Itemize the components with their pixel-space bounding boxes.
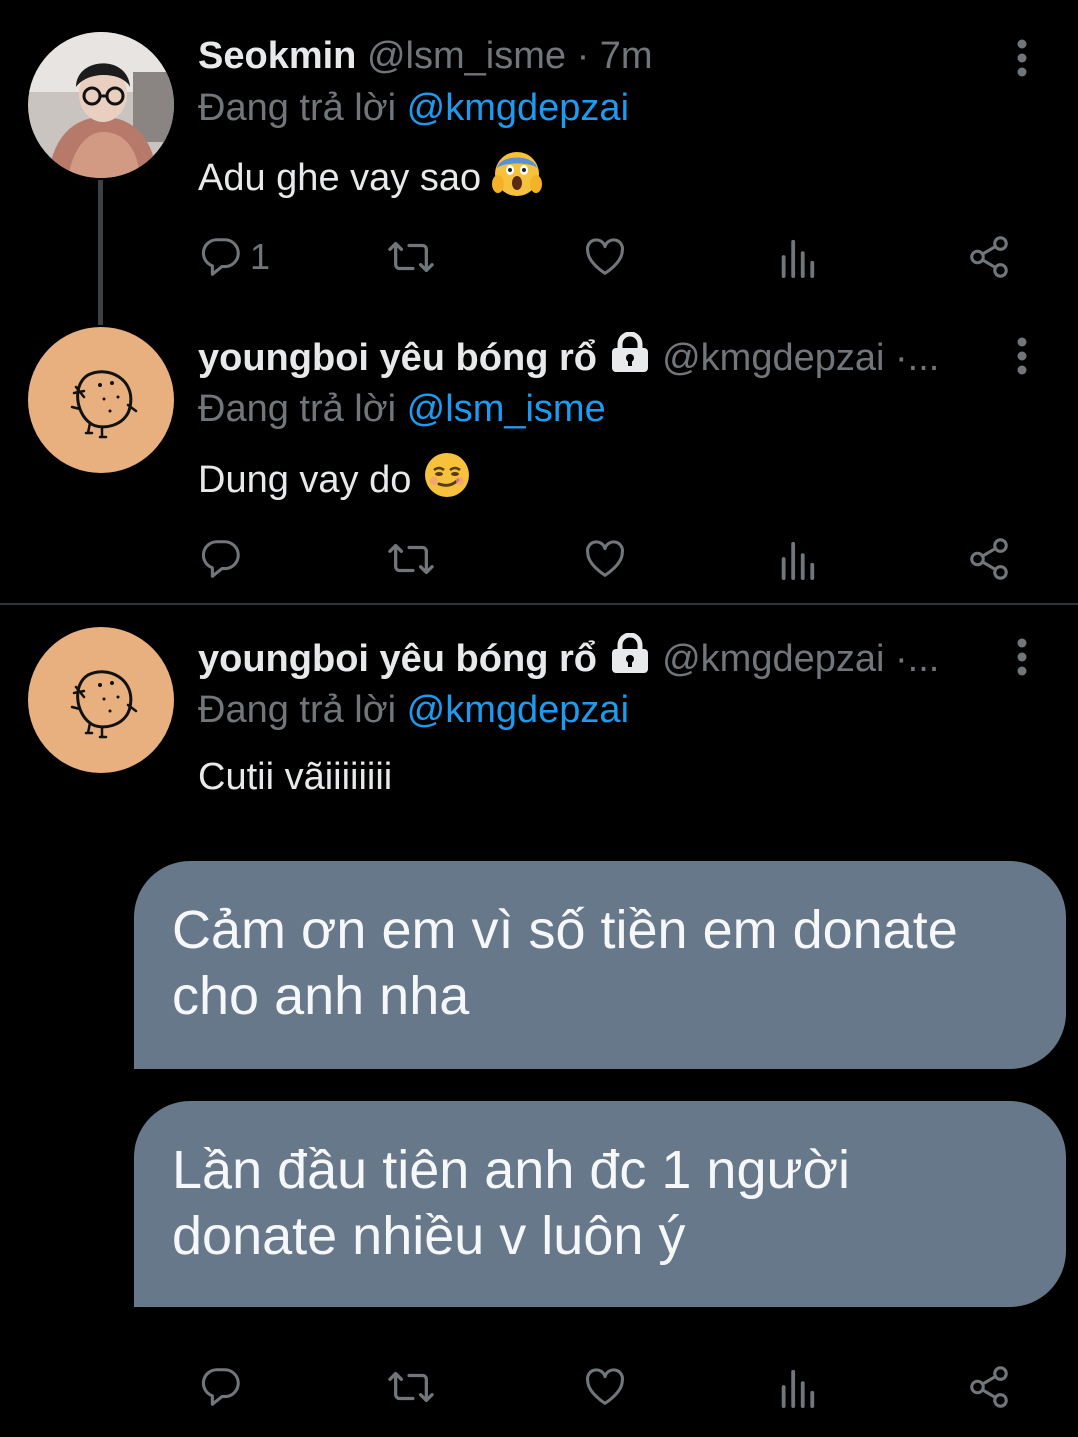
mention-link[interactable]: @lsm_isme	[407, 388, 606, 430]
heart-icon	[585, 238, 625, 275]
retweet-button[interactable]	[386, 1362, 436, 1412]
display-name[interactable]: youngboi yêu bóng rổ	[198, 337, 597, 379]
replying-to-label: Đang trả lời	[198, 689, 397, 731]
replying-to: Đang trả lời @kmgdepzai	[198, 684, 629, 736]
like-button[interactable]	[582, 232, 628, 282]
tweet-header: youngboi yêu bóng rổ @kmgdepzai ·...	[198, 331, 939, 386]
message-line: Lần đầu tiên anh đc 1 người	[172, 1140, 851, 1200]
user-handle[interactable]: @kmgdepzai	[662, 337, 884, 379]
tweet-body: Dung vay do	[198, 459, 412, 502]
tweet-header: Seokmin @lsm_isme · 7m	[198, 30, 653, 82]
views-button[interactable]	[776, 232, 818, 282]
user-handle[interactable]: @kmgdepzai	[662, 638, 884, 680]
tweet-kmgdepzai-1[interactable]: youngboi yêu bóng rổ @kmgdepzai ·... Đan…	[0, 327, 1078, 602]
display-name[interactable]: youngboi yêu bóng rổ	[198, 638, 597, 680]
screaming-face-emoji	[491, 148, 542, 212]
retweet-button[interactable]	[386, 534, 436, 584]
tweet-text: Cutii vãiiiiiiii	[198, 751, 392, 803]
retweet-icon	[388, 241, 434, 273]
retweet-icon	[388, 1371, 434, 1403]
avatar-kmgdepzai[interactable]	[28, 327, 174, 473]
reply-button[interactable]: 1	[198, 232, 270, 282]
smirking-face-emoji	[422, 450, 472, 514]
tweet-body: Cutii vãiiiiiiii	[198, 756, 393, 798]
attached-image[interactable]: Cảm ơn em vì số tiền em donate cho anh n…	[0, 837, 1078, 1307]
like-button[interactable]	[582, 534, 628, 584]
message-line: Cảm ơn em vì số tiền em donate	[172, 900, 958, 960]
timestamp[interactable]: ·...	[895, 638, 939, 680]
reply-button[interactable]	[198, 1362, 250, 1412]
tweet-seokmin[interactable]: Seokmin @lsm_isme · 7m Đang trả lời @kmg…	[0, 0, 1078, 330]
reply-count: 1	[250, 236, 271, 277]
analytics-icon	[781, 239, 815, 279]
reply-icon	[201, 1368, 240, 1406]
display-name[interactable]: Seokmin	[198, 35, 356, 77]
share-button[interactable]	[966, 534, 1012, 584]
replying-to-label: Đang trả lời	[198, 87, 397, 129]
reply-icon	[201, 540, 240, 578]
avatar-photo	[28, 32, 174, 178]
avatar-seokmin[interactable]	[28, 32, 174, 178]
message-bubble: Lần đầu tiên anh đc 1 người donate nhiều…	[134, 1101, 1066, 1307]
lock-icon	[608, 331, 652, 386]
mention-link[interactable]: @kmgdepzai	[407, 689, 629, 731]
replying-to: Đang trả lời @lsm_isme	[198, 383, 606, 435]
message-bubble: Cảm ơn em vì số tiền em donate cho anh n…	[134, 861, 1066, 1069]
user-handle[interactable]: @lsm_isme	[367, 35, 566, 77]
heart-icon	[585, 1368, 625, 1405]
share-button[interactable]	[966, 1362, 1012, 1412]
mention-link[interactable]: @kmgdepzai	[407, 87, 629, 129]
tweet-body: Adu ghe vay sao	[198, 157, 482, 200]
more-vertical-icon[interactable]	[1010, 336, 1034, 376]
retweet-icon	[388, 543, 434, 575]
more-vertical-icon[interactable]	[1010, 38, 1034, 78]
reply-button[interactable]	[198, 534, 250, 584]
share-icon	[970, 1366, 1008, 1408]
avatar-kmgdepzai[interactable]	[28, 627, 174, 773]
tweet-kmgdepzai-2[interactable]: youngboi yêu bóng rổ @kmgdepzai ·... Đan…	[0, 605, 1078, 1437]
message-line: donate nhiều v luôn ý	[172, 1206, 686, 1266]
tweet-text: Adu ghe vay sao	[198, 148, 542, 212]
lock-icon	[608, 632, 652, 687]
message-line: cho anh nha	[172, 966, 470, 1026]
reply-icon	[201, 238, 240, 276]
more-vertical-icon[interactable]	[1010, 637, 1034, 677]
tweet-actions	[0, 1362, 1078, 1412]
replying-to: Đang trả lời @kmgdepzai	[198, 82, 629, 134]
share-button[interactable]	[966, 232, 1012, 282]
tweet-header: youngboi yêu bóng rổ @kmgdepzai ·...	[198, 632, 939, 687]
replying-to-label: Đang trả lời	[198, 388, 397, 430]
analytics-icon	[781, 1369, 815, 1408]
share-icon	[970, 538, 1008, 580]
potato-avatar-icon	[28, 327, 174, 473]
tweet-actions: 1	[0, 232, 1078, 282]
analytics-icon	[781, 541, 815, 580]
timestamp[interactable]: ·...	[895, 337, 939, 379]
timestamp[interactable]: · 7m	[577, 35, 653, 77]
share-icon	[970, 236, 1008, 278]
views-button[interactable]	[776, 1362, 818, 1412]
retweet-button[interactable]	[386, 232, 436, 282]
tweet-text: Dung vay do	[198, 450, 472, 514]
like-button[interactable]	[582, 1362, 628, 1412]
potato-avatar-icon	[28, 627, 174, 773]
views-button[interactable]	[776, 534, 818, 584]
heart-icon	[585, 540, 625, 577]
tweet-actions	[0, 534, 1078, 584]
